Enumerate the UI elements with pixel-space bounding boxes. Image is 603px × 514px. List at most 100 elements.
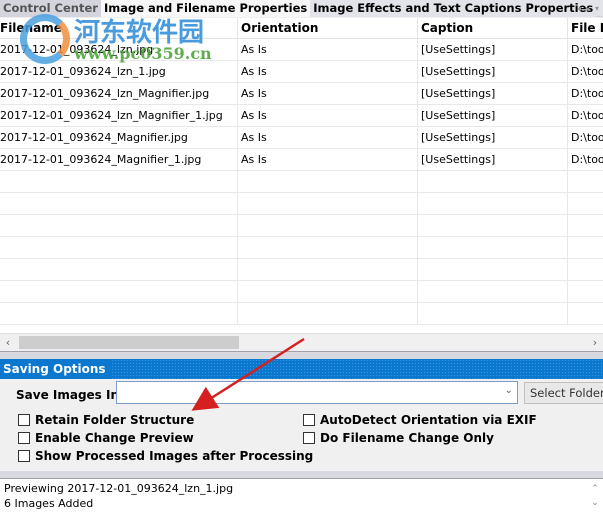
cell-caption[interactable]: [UseSettings]: [418, 39, 568, 60]
cell-file-path[interactable]: D:\tools: [568, 83, 603, 104]
cell-caption[interactable]: [UseSettings]: [418, 105, 568, 126]
cell-file-path[interactable]: D:\tools: [568, 105, 603, 126]
cell-orientation[interactable]: [238, 303, 418, 324]
checkbox-box[interactable]: [303, 414, 315, 426]
cell-filename[interactable]: [0, 281, 238, 302]
log-scrollbar[interactable]: ⌃ ⌄: [589, 482, 601, 510]
tab-control-center[interactable]: Control Center: [0, 0, 101, 17]
cell-orientation[interactable]: [238, 237, 418, 258]
cell-file-path[interactable]: [568, 193, 603, 214]
cell-filename[interactable]: [0, 237, 238, 258]
cell-caption[interactable]: [418, 237, 568, 258]
cell-orientation[interactable]: As Is: [238, 61, 418, 82]
scroll-up-icon[interactable]: ⌃: [589, 482, 601, 496]
cell-orientation[interactable]: As Is: [238, 39, 418, 60]
scroll-right-icon[interactable]: ›: [587, 334, 603, 351]
cell-caption[interactable]: [UseSettings]: [418, 149, 568, 170]
cell-filename[interactable]: [0, 303, 238, 324]
save-images-in-combobox[interactable]: ⌄: [116, 381, 518, 404]
scroll-left-icon[interactable]: ‹: [0, 334, 16, 351]
column-header-orientation[interactable]: Orientation: [238, 18, 418, 38]
tab-next-icon[interactable]: ▸: [586, 4, 590, 13]
empty-row: [0, 281, 603, 303]
cell-caption[interactable]: [418, 171, 568, 192]
table-row[interactable]: 2017-12-01_093624_Magnifier.jpg As Is [Use…: [0, 127, 603, 149]
cell-filename[interactable]: [0, 215, 238, 236]
cell-caption[interactable]: [UseSettings]: [418, 83, 568, 104]
tab-image-filename-properties[interactable]: Image and Filename Properties: [100, 0, 311, 17]
scrollbar-thumb[interactable]: [19, 336, 239, 349]
cell-file-path[interactable]: D:\tools: [568, 61, 603, 82]
table-row[interactable]: 2017-12-01_093624_lzn.jpg As Is [UseSettin…: [0, 39, 603, 61]
cell-file-path[interactable]: [568, 237, 603, 258]
save-images-in-label: Save Images In: [16, 388, 120, 402]
checkbox-box[interactable]: [18, 414, 30, 426]
cell-orientation[interactable]: As Is: [238, 105, 418, 126]
horizontal-scrollbar[interactable]: ‹ ›: [0, 333, 603, 350]
table-row[interactable]: 2017-12-01_093624_lzn_1.jpg As Is [UseSett…: [0, 61, 603, 83]
checkbox-box[interactable]: [18, 432, 30, 444]
cell-orientation[interactable]: [238, 215, 418, 236]
cell-orientation[interactable]: [238, 193, 418, 214]
cell-caption[interactable]: [UseSettings]: [418, 61, 568, 82]
checkbox-box[interactable]: [18, 450, 30, 462]
grid-body: 2017-12-01_093624_lzn.jpg As Is [UseSettin…: [0, 39, 603, 325]
checkbox-label: Show Processed Images after Processing: [35, 449, 314, 463]
splitter-bottom[interactable]: [0, 471, 603, 479]
splitter[interactable]: [0, 351, 603, 359]
cell-file-path[interactable]: [568, 259, 603, 280]
cell-orientation[interactable]: [238, 259, 418, 280]
checkbox-show-processed-images[interactable]: Show Processed Images after Processing: [18, 449, 313, 463]
table-row[interactable]: 2017-12-01_093624_Magnifier_1.jpg As Is [U…: [0, 149, 603, 171]
chevron-down-icon[interactable]: ⌄: [505, 385, 513, 396]
cell-filename[interactable]: [0, 259, 238, 280]
cell-orientation[interactable]: As Is: [238, 127, 418, 148]
checkbox-box[interactable]: [303, 432, 315, 444]
cell-filename[interactable]: 2017-12-01_093624_lzn_Magnifier.jpg: [0, 83, 238, 104]
empty-row: [0, 303, 603, 325]
tab-prev-icon[interactable]: ◂: [577, 4, 581, 13]
cell-file-path[interactable]: [568, 215, 603, 236]
cell-caption[interactable]: [UseSettings]: [418, 127, 568, 148]
cell-caption[interactable]: [418, 281, 568, 302]
cell-file-path[interactable]: [568, 303, 603, 324]
tab-image-effects-captions[interactable]: Image Effects and Text Captions Properti…: [310, 0, 597, 17]
cell-filename[interactable]: [0, 193, 238, 214]
cell-caption[interactable]: [418, 303, 568, 324]
tab-navigation: ◂ ▸ ▾: [577, 0, 599, 17]
column-header-caption[interactable]: Caption: [418, 18, 568, 38]
table-row[interactable]: 2017-12-01_093624_lzn_Magnifier_1.jpg As …: [0, 105, 603, 127]
cell-filename[interactable]: 2017-12-01_093624_Magnifier.jpg: [0, 127, 238, 148]
cell-caption[interactable]: [418, 259, 568, 280]
cell-filename[interactable]: [0, 171, 238, 192]
cell-caption[interactable]: [418, 215, 568, 236]
cell-file-path[interactable]: [568, 281, 603, 302]
column-header-filename[interactable]: Filename: [0, 18, 238, 38]
cell-file-path[interactable]: [568, 171, 603, 192]
tab-menu-icon[interactable]: ▾: [595, 4, 599, 13]
empty-row: [0, 259, 603, 281]
status-log: Previewing 2017-12-01_093624_lzn_1.jpg 6…: [0, 479, 603, 514]
tab-strip: Control Center Image and Filename Proper…: [0, 0, 603, 17]
checkbox-autodetect-orientation[interactable]: AutoDetect Orientation via EXIF: [303, 413, 537, 427]
cell-filename[interactable]: 2017-12-01_093624_lzn_Magnifier_1.jpg: [0, 105, 238, 126]
column-header-file-path[interactable]: File Path: [568, 18, 603, 38]
saving-options-panel: Save Images In ⌄ Select Folder Retain Fo…: [0, 379, 603, 471]
cell-orientation[interactable]: [238, 171, 418, 192]
checkbox-enable-change-preview[interactable]: Enable Change Preview: [18, 431, 194, 445]
select-folder-button[interactable]: Select Folder: [524, 382, 603, 404]
cell-file-path[interactable]: D:\tools: [568, 149, 603, 170]
scroll-down-icon[interactable]: ⌄: [589, 496, 601, 510]
cell-filename[interactable]: 2017-12-01_093624_lzn_1.jpg: [0, 61, 238, 82]
cell-filename[interactable]: 2017-12-01_093624_Magnifier_1.jpg: [0, 149, 238, 170]
cell-file-path[interactable]: D:\tools: [568, 39, 603, 60]
cell-orientation[interactable]: [238, 281, 418, 302]
cell-file-path[interactable]: D:\tools: [568, 127, 603, 148]
checkbox-retain-folder-structure[interactable]: Retain Folder Structure: [18, 413, 194, 427]
table-row[interactable]: 2017-12-01_093624_lzn_Magnifier.jpg As Is…: [0, 83, 603, 105]
checkbox-filename-change-only[interactable]: Do Filename Change Only: [303, 431, 494, 445]
cell-filename[interactable]: 2017-12-01_093624_lzn.jpg: [0, 39, 238, 60]
cell-caption[interactable]: [418, 193, 568, 214]
cell-orientation[interactable]: As Is: [238, 149, 418, 170]
cell-orientation[interactable]: As Is: [238, 83, 418, 104]
